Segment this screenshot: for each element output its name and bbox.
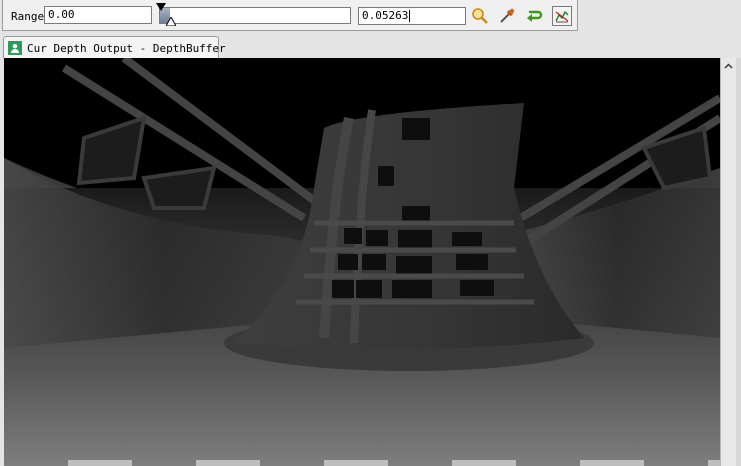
range-min-handle[interactable] bbox=[156, 3, 166, 11]
pick-pixel-button[interactable] bbox=[497, 6, 517, 26]
window-edge bbox=[736, 58, 741, 466]
reset-icon bbox=[527, 10, 543, 22]
range-toolbar: Range 0.00 0.05263 bbox=[2, 0, 578, 31]
text-caret bbox=[409, 10, 411, 22]
eyedropper-icon bbox=[500, 8, 515, 23]
zoom-icon bbox=[472, 8, 488, 24]
scroll-up-button[interactable] bbox=[721, 58, 736, 74]
tab-icon-box bbox=[8, 41, 22, 55]
user-icon bbox=[11, 44, 19, 53]
tab-label: Cur Depth Output - DepthBuffer bbox=[27, 42, 226, 55]
range-max-value: 0.05263 bbox=[362, 9, 409, 22]
vertical-scrollbar[interactable] bbox=[720, 58, 736, 466]
auto-fit-icon bbox=[555, 10, 569, 23]
range-min-input[interactable]: 0.00 bbox=[44, 6, 152, 24]
tab-depth-output[interactable]: Cur Depth Output - DepthBuffer bbox=[3, 36, 226, 58]
chevron-up-icon bbox=[724, 63, 733, 69]
range-max-handle[interactable] bbox=[166, 17, 176, 26]
range-min-value: 0.00 bbox=[48, 8, 75, 21]
zoom-button[interactable] bbox=[470, 6, 490, 26]
depth-buffer-image bbox=[4, 58, 720, 466]
range-label: Range bbox=[11, 10, 45, 23]
range-slider[interactable] bbox=[159, 7, 351, 24]
range-max-input[interactable]: 0.05263 bbox=[358, 7, 466, 25]
auto-fit-button[interactable] bbox=[552, 6, 572, 26]
depth-buffer-view[interactable] bbox=[4, 58, 720, 466]
reset-range-button[interactable] bbox=[524, 6, 544, 26]
